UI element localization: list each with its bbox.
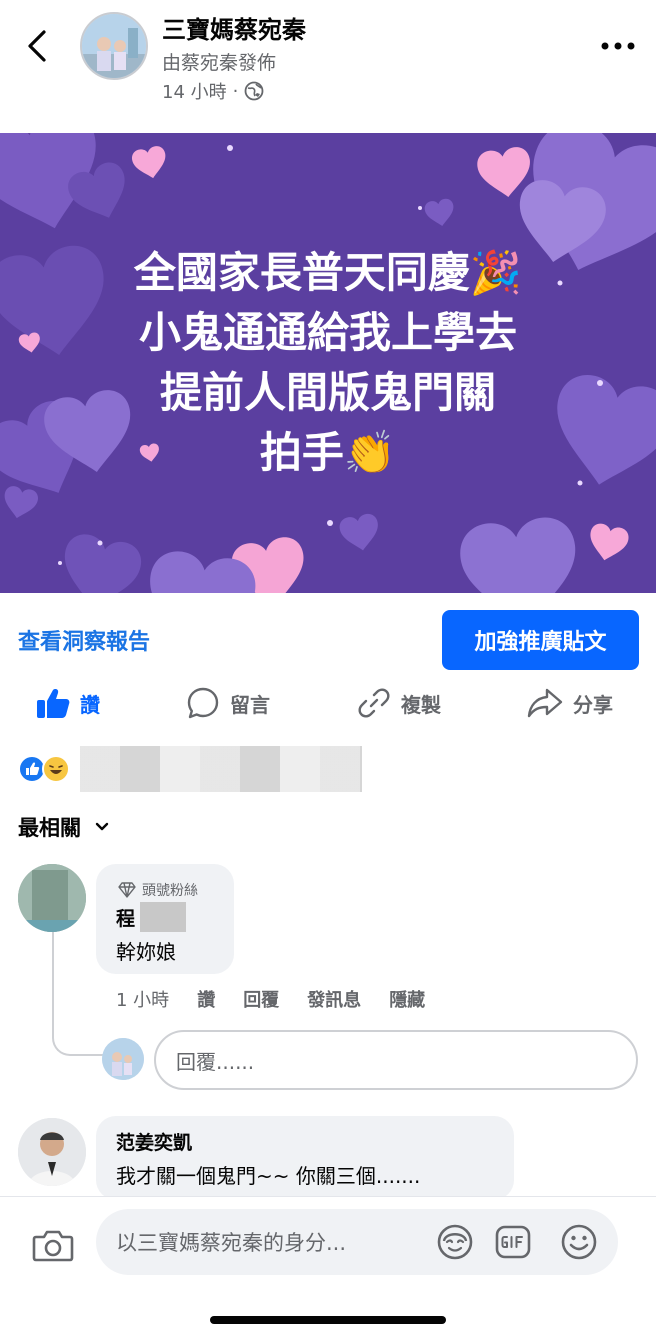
comment-meta: 1 小時 讚 回覆 發訊息 隱藏 xyxy=(116,986,425,1012)
page-avatar[interactable] xyxy=(80,12,148,80)
meta-separator: · xyxy=(232,80,239,102)
comment-hide-button[interactable]: 隱藏 xyxy=(389,986,425,1012)
commenter-avatar-2[interactable] xyxy=(18,1118,86,1186)
page-name[interactable]: 三寶媽蔡宛秦 xyxy=(162,10,306,45)
globe-icon[interactable] xyxy=(244,81,264,101)
sort-label: 最相關 xyxy=(18,816,81,840)
avatar-sticker-icon xyxy=(437,1224,473,1260)
comment-text-2: 我才關一個鬼門~~ 你關三個....... xyxy=(116,1164,421,1188)
back-button[interactable] xyxy=(22,28,52,64)
comment-like-button[interactable]: 讚 xyxy=(197,986,215,1012)
avatar-sticker-button[interactable] xyxy=(436,1223,474,1261)
top-fan-label: 頭號粉絲 xyxy=(142,883,198,899)
comment-input-placeholder: 以三寶媽蔡宛秦的身分... xyxy=(116,1231,347,1255)
gif-icon xyxy=(495,1225,531,1259)
comment-bubble[interactable]: 頭號粉絲 程 幹妳娘 xyxy=(96,864,234,974)
camera-icon xyxy=(32,1230,74,1262)
reaction-summary[interactable] xyxy=(18,752,70,786)
post-time: 14 小時 xyxy=(162,82,227,103)
like-button[interactable]: 讚 xyxy=(36,680,100,726)
reply-avatar xyxy=(102,1038,144,1080)
comment-message-button[interactable]: 發訊息 xyxy=(307,986,361,1012)
smiley-icon xyxy=(561,1224,597,1260)
share-label: 分享 xyxy=(573,692,613,717)
posted-by-label: 由蔡宛秦發佈 xyxy=(162,52,277,74)
commenter-avatar[interactable] xyxy=(18,864,86,932)
banner-text: 全國家長普天同慶🎉 小鬼通通給我上學去 提前人間版鬼門關 拍手👏 xyxy=(0,243,656,483)
thumbs-up-icon xyxy=(37,689,70,718)
emoji-button[interactable] xyxy=(560,1223,598,1261)
commenter-name[interactable]: 程 xyxy=(116,904,135,931)
comment-bubble-2[interactable]: 范姜奕凱 我才關一個鬼門~~ 你關三個....... xyxy=(96,1116,514,1200)
copy-link-button[interactable]: 複製 xyxy=(357,680,441,726)
post-header: 三寶媽蔡宛秦 由蔡宛秦發佈 14 小時 · xyxy=(0,0,656,130)
diamond-icon xyxy=(118,882,136,898)
comment-sort-dropdown[interactable]: 最相關 xyxy=(18,812,109,842)
chevron-down-icon xyxy=(95,822,109,831)
home-indicator xyxy=(210,1316,446,1324)
haha-reaction-icon xyxy=(42,755,70,783)
more-options-button[interactable] xyxy=(600,36,636,56)
link-icon xyxy=(358,688,390,718)
blurred-reactor-names xyxy=(80,746,362,792)
camera-button[interactable] xyxy=(32,1227,74,1263)
banner-line-1: 全國家長普天同慶🎉 xyxy=(133,248,523,297)
view-insights-link[interactable]: 查看洞察報告 xyxy=(18,624,150,656)
more-dots-icon xyxy=(601,42,635,50)
comment-composer: 以三寶媽蔡宛秦的身分... xyxy=(0,1196,656,1332)
share-button[interactable]: 分享 xyxy=(527,680,613,726)
commenter-name-2[interactable]: 范姜奕凱 xyxy=(116,1128,192,1155)
banner-line-4: 拍手👏 xyxy=(259,428,397,477)
share-arrow-icon xyxy=(527,688,563,718)
gif-button[interactable] xyxy=(494,1223,532,1261)
top-fan-badge: 頭號粉絲 xyxy=(118,880,198,900)
comment-label: 留言 xyxy=(230,692,270,717)
comment-time: 1 小時 xyxy=(116,990,170,1011)
banner-line-2: 小鬼通通給我上學去 xyxy=(138,308,517,357)
banner-line-3: 提前人間版鬼門關 xyxy=(159,368,496,417)
comment-reply-button[interactable]: 回覆 xyxy=(243,986,279,1012)
comment-input[interactable]: 以三寶媽蔡宛秦的身分... xyxy=(96,1209,618,1275)
copy-label: 複製 xyxy=(401,692,441,717)
blurred-name xyxy=(140,902,186,932)
comment-text: 幹妳娘 xyxy=(116,940,176,964)
post-actions-bar: 讚 留言 複製 分享 xyxy=(0,680,656,726)
comment-bubble-icon xyxy=(187,687,219,719)
like-label: 讚 xyxy=(80,692,100,717)
reply-input[interactable]: 回覆...... xyxy=(154,1030,638,1090)
comment-button[interactable]: 留言 xyxy=(186,680,270,726)
chevron-left-icon xyxy=(28,30,46,62)
boost-post-button[interactable]: 加強推廣貼文 xyxy=(442,610,639,670)
post-meta: 14 小時 · xyxy=(162,78,264,104)
post-image-banner[interactable]: 全國家長普天同慶🎉 小鬼通通給我上學去 提前人間版鬼門關 拍手👏 xyxy=(0,133,656,593)
